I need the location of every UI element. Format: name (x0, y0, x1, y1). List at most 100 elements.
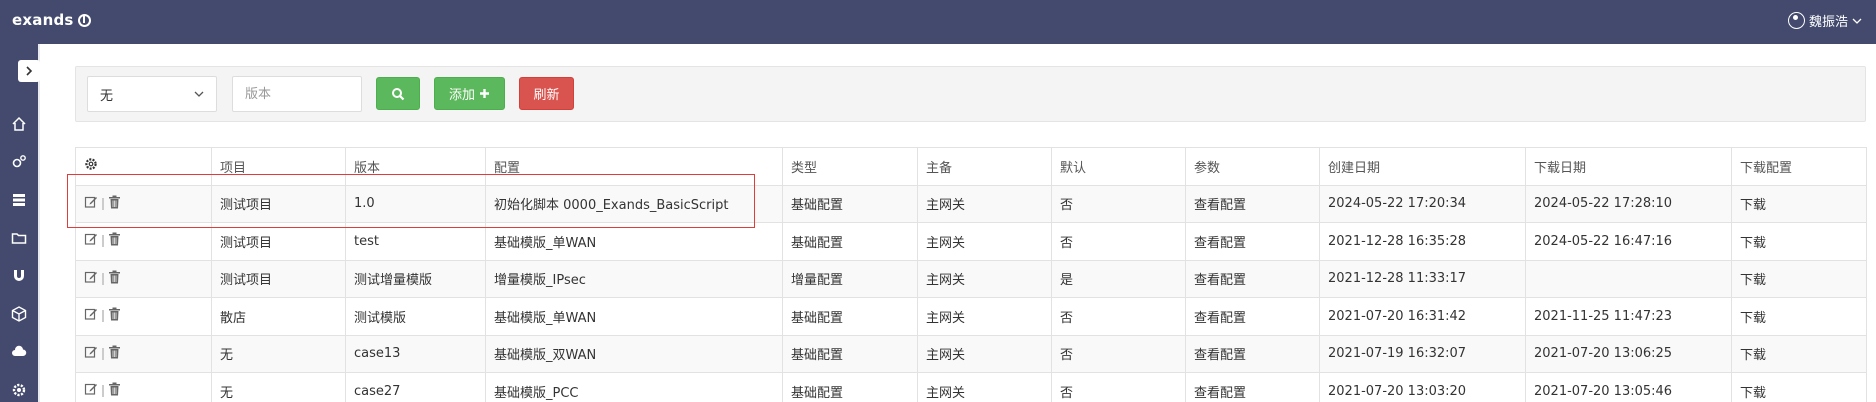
cell-downloaded: 2021-07-20 13:06:25 (1525, 334, 1732, 373)
trash-icon[interactable] (108, 382, 121, 400)
cloud-icon[interactable] (9, 342, 29, 362)
cell-role: 主网关 (917, 334, 1052, 373)
cell-downloaded: 2021-11-25 11:47:23 (1525, 297, 1732, 336)
table-row: 测试项目 test 基础模版_单WAN 基础配置 主网关否查看配置 2021-12-28 … (75, 222, 1867, 261)
cell-download[interactable]: 下载 (1731, 334, 1867, 373)
edit-icon[interactable] (84, 345, 98, 363)
cell-type: 增量配置 (782, 259, 918, 298)
trash-icon[interactable] (108, 195, 121, 213)
folder-icon[interactable] (9, 228, 29, 248)
cell-download[interactable]: 下载 (1731, 297, 1867, 336)
trash-icon[interactable] (108, 232, 121, 250)
column-header-params[interactable]: 参数 (1185, 147, 1320, 186)
cell-default: 否 (1051, 372, 1186, 402)
cell-role: 主网关 (917, 297, 1052, 336)
edit-icon[interactable] (84, 232, 98, 250)
magnet-icon[interactable] (9, 266, 29, 286)
cell-default: 否 (1051, 297, 1186, 336)
gears-icon[interactable] (9, 152, 29, 172)
cell-config: 基础模版_单WAN (485, 297, 783, 336)
row-actions (75, 372, 212, 402)
action-separator (102, 385, 104, 398)
cell-downloaded: 2021-07-20 13:05:46 (1525, 372, 1732, 402)
server-icon[interactable] (9, 190, 29, 210)
table-row: 测试项目 测试增量模版 增量模版_IPsec 增量配置 主网关是查看配置 2021-12-… (75, 259, 1867, 298)
column-header-version[interactable]: 版本 (345, 147, 486, 186)
cell-version: 1.0 (345, 184, 486, 223)
action-separator (102, 310, 104, 323)
user-menu[interactable]: 魏振浩 (1787, 11, 1862, 30)
logo[interactable]: exands (12, 11, 91, 29)
action-separator (102, 272, 104, 285)
trash-icon[interactable] (108, 270, 121, 288)
action-separator (102, 235, 104, 248)
edit-icon[interactable] (84, 382, 98, 400)
logo-mark-icon (77, 13, 91, 27)
refresh-button[interactable]: 刷新 (519, 77, 574, 110)
config-table: 项目 版本 配置 类型 主备 默认 参数 创建日期 下载日期 下载配置 测试项目… (75, 147, 1867, 402)
trash-icon[interactable] (108, 345, 121, 363)
add-button[interactable]: 添加 (434, 77, 505, 110)
row-actions (75, 222, 212, 261)
column-header-created[interactable]: 创建日期 (1319, 147, 1526, 186)
search-icon (392, 87, 405, 100)
column-header-role[interactable]: 主备 (917, 147, 1052, 186)
cell-created: 2021-07-19 16:32:07 (1319, 334, 1526, 373)
column-header-downloaded[interactable]: 下载日期 (1525, 147, 1732, 186)
column-header-type[interactable]: 类型 (782, 147, 918, 186)
user-name: 魏振浩 (1808, 15, 1848, 30)
cell-params[interactable]: 查看配置 (1185, 372, 1320, 402)
table-row: 无 case27 基础模版_PCC 基础配置 主网关否查看配置 2021-07-20 13… (75, 372, 1867, 402)
edit-icon[interactable] (84, 270, 98, 288)
edit-icon[interactable] (84, 307, 98, 325)
cell-download[interactable]: 下载 (1731, 222, 1867, 261)
cell-downloaded: 2024-05-22 16:47:16 (1525, 222, 1732, 261)
cell-project: 散店 (211, 297, 346, 336)
version-input[interactable] (232, 76, 362, 112)
chevron-down-icon (1852, 18, 1862, 24)
cell-project: 无 (211, 334, 346, 373)
cell-params[interactable]: 查看配置 (1185, 334, 1320, 373)
cell-type: 基础配置 (782, 334, 918, 373)
cell-params[interactable]: 查看配置 (1185, 222, 1320, 261)
settings-icon[interactable] (9, 380, 29, 400)
cell-created: 2021-12-28 11:33:17 (1319, 259, 1526, 298)
cell-version: 测试模版 (345, 297, 486, 336)
project-select[interactable]: 无 (87, 76, 217, 112)
filter-toolbar: 无 添加 刷新 (75, 66, 1866, 122)
chevron-down-icon (194, 91, 204, 97)
cell-project: 测试项目 (211, 184, 346, 223)
cell-created: 2021-12-28 16:35:28 (1319, 222, 1526, 261)
cube-icon[interactable] (9, 304, 29, 324)
edit-icon[interactable] (84, 195, 98, 213)
cell-default: 否 (1051, 222, 1186, 261)
column-header-project[interactable]: 项目 (211, 147, 346, 186)
cell-params[interactable]: 查看配置 (1185, 184, 1320, 223)
home-icon[interactable] (9, 114, 29, 134)
action-separator (102, 347, 104, 360)
cell-type: 基础配置 (782, 372, 918, 402)
column-header-config[interactable]: 配置 (485, 147, 783, 186)
row-actions (75, 259, 212, 298)
cell-created: 2021-07-20 13:03:20 (1319, 372, 1526, 402)
cell-download[interactable]: 下载 (1731, 372, 1867, 402)
column-header-default[interactable]: 默认 (1051, 147, 1186, 186)
search-button[interactable] (376, 77, 420, 110)
cell-params[interactable]: 查看配置 (1185, 297, 1320, 336)
cell-download[interactable]: 下载 (1731, 259, 1867, 298)
column-settings-header[interactable] (75, 147, 212, 186)
table-row: 无 case13 基础模版_双WAN 基础配置 主网关否查看配置 2021-07-19 1… (75, 334, 1867, 373)
gear-icon[interactable] (84, 157, 98, 171)
sidebar (0, 44, 40, 402)
cell-version: case27 (345, 372, 486, 402)
trash-icon[interactable] (108, 307, 121, 325)
cell-role: 主网关 (917, 184, 1052, 223)
cell-download[interactable]: 下载 (1731, 184, 1867, 223)
cell-config: 基础模版_PCC (485, 372, 783, 402)
chevron-right-icon (26, 66, 33, 76)
cell-params[interactable]: 查看配置 (1185, 259, 1320, 298)
logo-text: exands (12, 11, 74, 29)
cell-version: 测试增量模版 (345, 259, 486, 298)
column-header-download[interactable]: 下载配置 (1731, 147, 1867, 186)
sidebar-toggle-button[interactable] (18, 60, 40, 82)
